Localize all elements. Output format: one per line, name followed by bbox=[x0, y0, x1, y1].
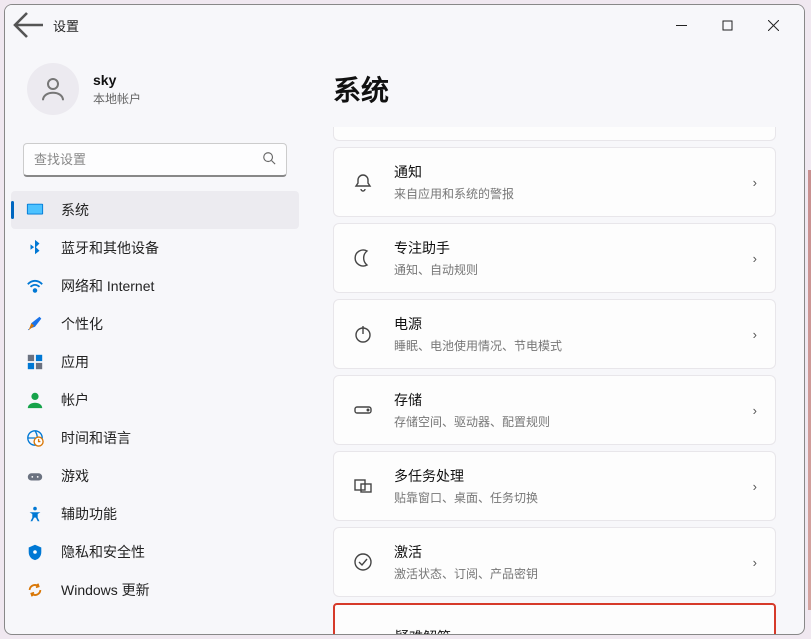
moon-icon bbox=[352, 247, 374, 269]
settings-window: 设置 sky 本地帐户 bbox=[4, 4, 805, 635]
globe-clock-icon bbox=[25, 428, 45, 448]
sidebar: sky 本地帐户 系统 蓝牙和其他设备 bbox=[5, 45, 305, 634]
sidebar-item-label: 帐户 bbox=[61, 390, 89, 410]
sidebar-item-update[interactable]: Windows 更新 bbox=[5, 571, 305, 609]
chevron-right-icon: › bbox=[753, 175, 757, 190]
chevron-right-icon: › bbox=[753, 555, 757, 570]
card-title: 激活 bbox=[394, 542, 753, 562]
sidebar-item-label: 游戏 bbox=[61, 466, 89, 486]
card-sub: 来自应用和系统的警报 bbox=[394, 185, 753, 202]
minimize-button[interactable] bbox=[658, 9, 704, 41]
card-sub: 激活状态、订阅、产品密钥 bbox=[394, 565, 753, 582]
sidebar-item-bluetooth[interactable]: 蓝牙和其他设备 bbox=[5, 229, 305, 267]
sidebar-item-accessibility[interactable]: 辅助功能 bbox=[5, 495, 305, 533]
card-title: 存储 bbox=[394, 390, 753, 410]
card-multitask[interactable]: 多任务处理 贴靠窗口、桌面、任务切换 › bbox=[333, 451, 776, 521]
person-icon bbox=[25, 390, 45, 410]
bluetooth-icon bbox=[25, 238, 45, 258]
search-box[interactable] bbox=[23, 143, 287, 177]
sidebar-item-label: 隐私和安全性 bbox=[61, 542, 145, 562]
storage-icon bbox=[352, 399, 374, 421]
page-title: 系统 bbox=[333, 69, 776, 109]
sidebar-item-label: 个性化 bbox=[61, 314, 103, 334]
window-title: 设置 bbox=[53, 16, 79, 35]
avatar bbox=[27, 63, 79, 115]
paintbrush-icon bbox=[25, 314, 45, 334]
card-sub: 通知、自动规则 bbox=[394, 261, 753, 278]
card-sub: 存储空间、驱动器、配置规则 bbox=[394, 413, 753, 430]
card-focus[interactable]: 专注助手 通知、自动规则 › bbox=[333, 223, 776, 293]
card-title: 多任务处理 bbox=[394, 466, 753, 486]
sidebar-item-label: 辅助功能 bbox=[61, 504, 117, 524]
card-sub: 贴靠窗口、桌面、任务切换 bbox=[394, 489, 753, 506]
card-activation[interactable]: 激活 激活状态、订阅、产品密钥 › bbox=[333, 527, 776, 597]
window-controls bbox=[658, 9, 796, 41]
close-button[interactable] bbox=[750, 9, 796, 41]
chevron-right-icon: › bbox=[753, 403, 757, 418]
sidebar-item-label: 时间和语言 bbox=[61, 428, 131, 448]
multitask-icon bbox=[352, 475, 374, 497]
gamepad-icon bbox=[25, 466, 45, 486]
card-partial-top[interactable] bbox=[333, 127, 776, 141]
chevron-right-icon: › bbox=[753, 327, 757, 342]
sidebar-item-apps[interactable]: 应用 bbox=[5, 343, 305, 381]
search-icon bbox=[262, 151, 276, 168]
sidebar-item-label: 网络和 Internet bbox=[61, 276, 154, 296]
titlebar: 设置 bbox=[5, 5, 804, 45]
update-icon bbox=[25, 580, 45, 600]
sidebar-item-gaming[interactable]: 游戏 bbox=[5, 457, 305, 495]
card-power[interactable]: 电源 睡眠、电池使用情况、节电模式 › bbox=[333, 299, 776, 369]
sidebar-item-label: Windows 更新 bbox=[61, 580, 150, 600]
card-notifications[interactable]: 通知 来自应用和系统的警报 › bbox=[333, 147, 776, 217]
card-storage[interactable]: 存储 存储空间、驱动器、配置规则 › bbox=[333, 375, 776, 445]
nav: 系统 蓝牙和其他设备 网络和 Internet 个性化 应用 bbox=[5, 191, 305, 634]
sidebar-item-privacy[interactable]: 隐私和安全性 bbox=[5, 533, 305, 571]
sidebar-item-label: 蓝牙和其他设备 bbox=[61, 238, 159, 258]
card-title: 专注助手 bbox=[394, 238, 753, 258]
sidebar-item-personalization[interactable]: 个性化 bbox=[5, 305, 305, 343]
sidebar-item-network[interactable]: 网络和 Internet bbox=[5, 267, 305, 305]
card-troubleshoot[interactable]: 疑难解答 建议的疑难解答、首选项和历史记录 › bbox=[333, 603, 776, 634]
card-title: 疑难解答 bbox=[395, 627, 752, 634]
chevron-right-icon: › bbox=[753, 251, 757, 266]
sidebar-item-accounts[interactable]: 帐户 bbox=[5, 381, 305, 419]
wifi-icon bbox=[25, 276, 45, 296]
display-icon bbox=[25, 200, 45, 220]
check-circle-icon bbox=[352, 551, 374, 573]
back-button[interactable] bbox=[13, 9, 45, 41]
card-sub: 睡眠、电池使用情况、节电模式 bbox=[394, 337, 753, 354]
maximize-button[interactable] bbox=[704, 9, 750, 41]
accessibility-icon bbox=[25, 504, 45, 524]
card-title: 通知 bbox=[394, 162, 753, 182]
shield-icon bbox=[25, 542, 45, 562]
sidebar-item-label: 系统 bbox=[61, 200, 89, 220]
body: sky 本地帐户 系统 蓝牙和其他设备 bbox=[5, 45, 804, 634]
chevron-right-icon: › bbox=[753, 479, 757, 494]
user-sub: 本地帐户 bbox=[93, 90, 141, 107]
sidebar-item-time[interactable]: 时间和语言 bbox=[5, 419, 305, 457]
power-icon bbox=[352, 323, 374, 345]
bell-icon bbox=[352, 171, 374, 193]
search-input[interactable] bbox=[34, 152, 262, 167]
main-content[interactable]: 系统 通知 来自应用和系统的警报 › 专注助手 通知、自动规则 › bbox=[305, 45, 804, 634]
user-name: sky bbox=[93, 72, 141, 88]
sidebar-item-system[interactable]: 系统 bbox=[11, 191, 299, 229]
apps-icon bbox=[25, 352, 45, 372]
card-title: 电源 bbox=[394, 314, 753, 334]
sidebar-item-label: 应用 bbox=[61, 352, 89, 372]
user-profile[interactable]: sky 本地帐户 bbox=[5, 55, 305, 129]
